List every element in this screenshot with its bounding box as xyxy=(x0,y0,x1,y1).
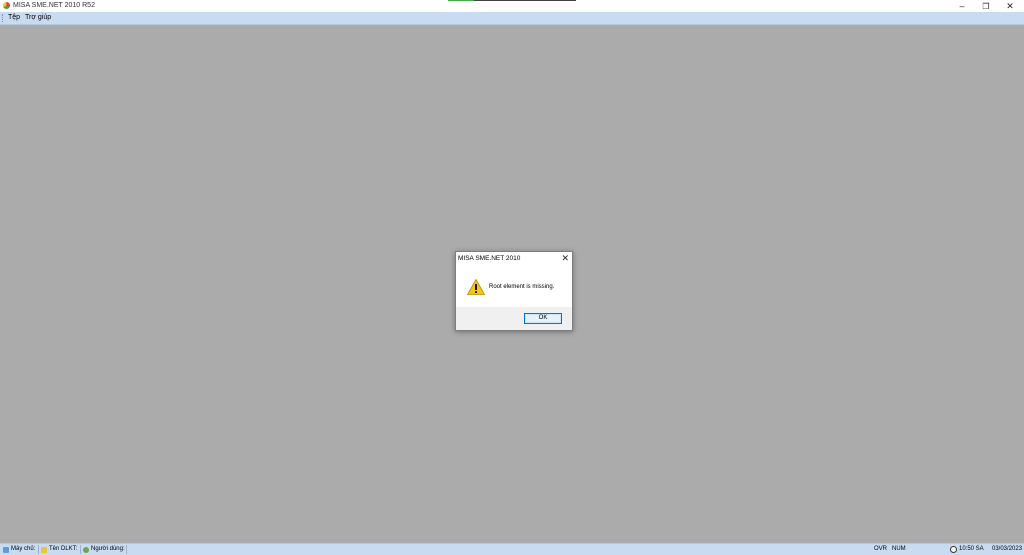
status-user: Người dùng: xyxy=(83,545,125,554)
restore-button[interactable]: ❐ xyxy=(974,0,998,12)
status-server-label: Máy chủ: xyxy=(11,546,36,552)
status-divider xyxy=(126,545,127,554)
loading-progress-bar xyxy=(448,0,576,1)
status-server: Máy chủ: xyxy=(3,545,35,554)
restore-icon: ❐ xyxy=(982,1,990,11)
close-icon: ✕ xyxy=(1006,0,1014,11)
server-icon xyxy=(3,546,9,553)
warning-icon xyxy=(467,279,485,295)
status-ovr: OVR xyxy=(874,546,888,552)
minimize-icon: – xyxy=(959,1,965,11)
status-divider xyxy=(38,545,39,554)
menu-help[interactable]: Trợ giúp xyxy=(24,13,52,23)
dialog-title: MISA SME.NET 2010 xyxy=(458,255,521,262)
title-bar: MISA SME.NET 2010 R52 – ❐ ✕ xyxy=(0,0,1024,12)
minimize-button[interactable]: – xyxy=(950,0,974,12)
ok-button[interactable]: OK xyxy=(524,313,562,324)
app-logo-icon xyxy=(3,2,10,9)
status-database: Tên DLKT: xyxy=(41,545,77,554)
dialog-message: Root element is missing. xyxy=(489,284,555,290)
window-title: MISA SME.NET 2010 R52 xyxy=(13,2,95,9)
loading-progress-fill xyxy=(448,0,474,1)
status-time: 10:50 SA xyxy=(950,545,984,554)
status-date: 03/03/2023 xyxy=(992,546,1023,552)
close-icon: ✕ xyxy=(561,253,569,263)
status-database-label: Tên DLKT: xyxy=(49,546,78,552)
menu-bar: Tệp Trợ giúp xyxy=(0,12,1024,25)
database-icon xyxy=(41,546,47,553)
status-bar: Máy chủ: Tên DLKT: Người dùng: OVR NUM 1… xyxy=(0,543,1024,555)
close-button[interactable]: ✕ xyxy=(998,0,1022,12)
dialog-footer: OK xyxy=(456,307,572,330)
clock-icon xyxy=(950,546,957,553)
user-icon xyxy=(83,546,89,553)
status-num: NUM xyxy=(892,546,906,552)
dialog-close-button[interactable]: ✕ xyxy=(561,253,569,263)
status-user-label: Người dùng: xyxy=(91,546,125,552)
menu-file[interactable]: Tệp xyxy=(7,13,21,23)
status-divider xyxy=(80,545,81,554)
menu-grip xyxy=(2,14,4,22)
status-time-label: 10:50 SA xyxy=(959,546,984,552)
error-dialog: MISA SME.NET 2010 ✕ Root element is miss… xyxy=(455,251,573,331)
